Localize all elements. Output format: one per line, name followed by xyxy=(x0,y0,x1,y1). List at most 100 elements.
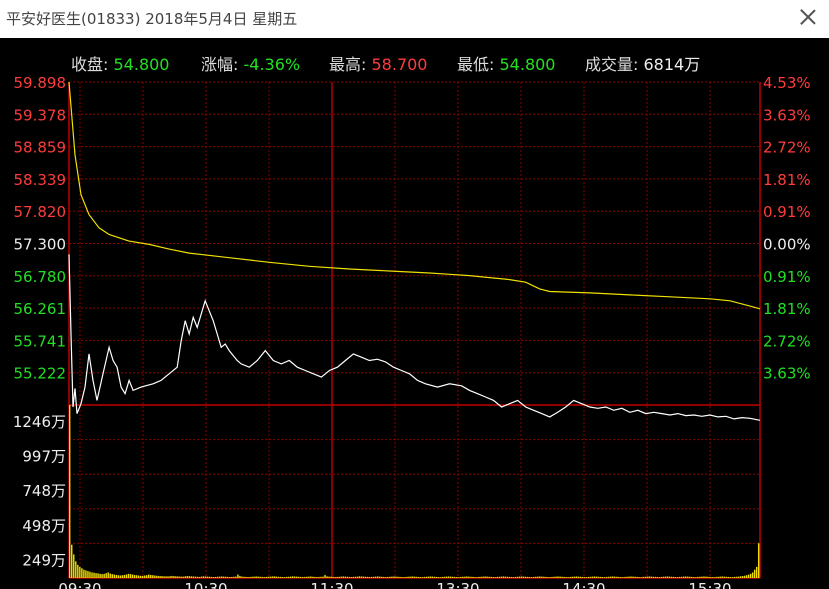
volume-bar xyxy=(496,576,498,578)
volume-bar xyxy=(757,543,760,578)
volume-bar xyxy=(125,574,128,578)
volume-bar xyxy=(533,576,535,578)
volume-bar xyxy=(141,575,144,578)
x-axis-tick: 15:30 xyxy=(688,580,731,589)
volume-bar xyxy=(135,575,138,578)
y-axis-left-tick: 55.741 xyxy=(14,332,67,350)
volume-bar xyxy=(624,576,626,578)
volume-bar xyxy=(293,576,296,578)
volume-bar xyxy=(674,577,677,578)
volume-bar xyxy=(612,576,614,578)
volume-bar xyxy=(583,577,586,578)
volume-bar xyxy=(539,576,541,578)
volume-bar xyxy=(194,576,197,578)
volume-bar xyxy=(146,575,148,578)
volume-bar xyxy=(107,572,109,578)
volume-bar xyxy=(186,576,188,578)
volume-bar xyxy=(486,576,488,578)
volume-bar xyxy=(658,577,661,578)
volume-bar xyxy=(91,572,93,578)
volume-bar xyxy=(121,575,124,578)
y-axis-right-tick: 2.72% xyxy=(763,332,811,350)
volume-bar xyxy=(413,576,415,578)
volume-bar xyxy=(338,576,340,578)
volume-bar xyxy=(269,576,272,578)
volume-bar xyxy=(225,576,227,578)
volume-bar xyxy=(518,576,521,578)
volume-bar xyxy=(204,576,207,578)
y-axis-right-tick: 4.53% xyxy=(763,74,811,92)
volume-bar xyxy=(646,576,648,578)
volume-bar xyxy=(137,575,140,578)
volume-bar xyxy=(182,576,184,578)
volume-bar xyxy=(127,573,130,578)
volume-bar xyxy=(111,574,113,578)
volume-bar xyxy=(206,576,209,578)
volume-bar xyxy=(447,576,450,578)
volume-bar xyxy=(277,576,280,578)
volume-bar xyxy=(601,577,604,578)
volume-bar xyxy=(275,576,278,578)
volume-bar xyxy=(370,576,373,578)
volume-bar xyxy=(285,576,288,578)
volume-bar xyxy=(174,576,176,578)
volume-bar xyxy=(618,576,620,578)
volume-bar xyxy=(577,576,580,578)
volume-bar xyxy=(423,576,426,578)
volume-bar xyxy=(314,576,316,578)
volume-bar xyxy=(297,576,300,578)
volume-bar xyxy=(93,572,95,578)
volume-bar xyxy=(678,576,681,578)
volume-bar xyxy=(302,577,304,578)
volume-bar xyxy=(346,576,349,578)
volume-bar xyxy=(379,576,381,578)
volume-bar xyxy=(735,576,738,578)
volume-bar xyxy=(281,577,284,578)
volume-bar xyxy=(547,577,549,578)
volume-bar xyxy=(354,576,357,578)
volume-bar xyxy=(387,576,389,578)
volume-bar xyxy=(417,576,419,578)
volume-bar xyxy=(318,576,320,578)
volume-bar xyxy=(474,577,476,578)
volume-bar xyxy=(526,576,529,578)
volume-bar xyxy=(549,577,551,578)
volume-bar xyxy=(291,576,294,578)
volume-bar xyxy=(650,576,652,578)
volume-bar xyxy=(508,576,511,578)
volume-bar xyxy=(528,577,531,578)
volume-bar xyxy=(622,577,624,578)
volume-bar xyxy=(715,576,717,578)
volume-bar xyxy=(312,576,314,578)
volume-bar xyxy=(419,577,421,578)
y-axis-left-tick: 58.339 xyxy=(14,171,67,189)
volume-bar xyxy=(251,576,253,578)
volume-bar xyxy=(162,576,164,578)
volume-bar xyxy=(626,576,628,578)
volume-bar xyxy=(666,576,669,578)
volume-bar xyxy=(405,576,407,578)
volume-bar xyxy=(431,576,434,578)
volume-bar xyxy=(664,576,667,578)
volume-bar xyxy=(476,577,478,578)
volume-bar xyxy=(672,576,675,578)
volume-bar xyxy=(131,574,134,578)
volume-bar xyxy=(257,576,259,578)
volume-bar xyxy=(150,574,152,578)
volume-bar xyxy=(97,573,99,578)
volume-bar xyxy=(101,574,103,578)
volume-bar xyxy=(524,576,527,578)
volume-bar xyxy=(662,576,665,578)
volume-bar xyxy=(218,576,221,578)
volume-bar xyxy=(753,569,756,578)
volume-bar xyxy=(300,576,302,578)
volume-bar xyxy=(334,577,336,578)
volume-bar xyxy=(342,576,344,578)
volume-bar xyxy=(727,576,729,578)
volume-bar xyxy=(166,576,168,578)
volume-bar xyxy=(389,576,391,578)
y-axis-right-tick: 3.63% xyxy=(763,106,811,124)
volume-bar xyxy=(701,576,703,578)
y-axis-left-tick: 56.261 xyxy=(14,300,67,318)
volume-bar xyxy=(360,576,363,578)
